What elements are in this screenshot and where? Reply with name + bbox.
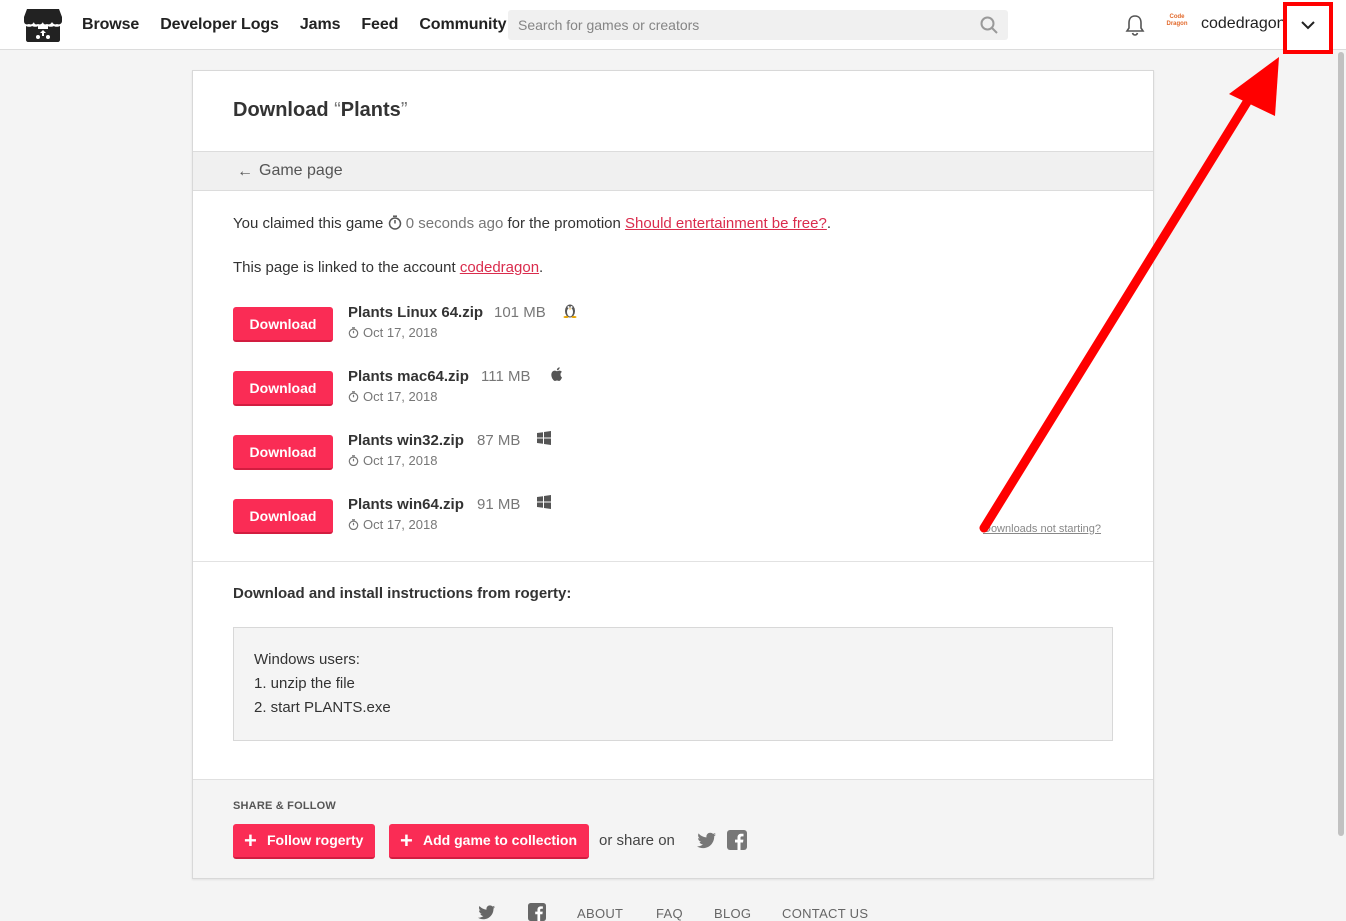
linked-suffix: . (539, 259, 544, 276)
page-scrollbar[interactable] (1338, 52, 1344, 836)
linked-prefix: This page is linked to the account (233, 259, 460, 276)
plus-icon: + (244, 828, 257, 853)
upload-date: Oct 17, 2018 (348, 517, 437, 532)
claim-message: You claimed this game 0 seconds ago for … (233, 215, 831, 232)
nav-developer-logs[interactable]: Developer Logs (160, 16, 279, 34)
upload-filename: Plants win32.zip (348, 432, 464, 449)
footer-contact-link[interactable]: CONTACT US (782, 906, 868, 921)
game-page-link[interactable]: Game page (259, 162, 343, 180)
share-follow-title: SHARE & FOLLOW (233, 800, 337, 812)
site-header: Browse Developer Logs Jams Feed Communit… (0, 0, 1346, 54)
upload-date: Oct 17, 2018 (348, 389, 437, 404)
windows-icon (537, 495, 551, 509)
user-avatar[interactable]: Code Dragon (1164, 14, 1190, 34)
downloads-not-starting-link[interactable]: Downloads not starting? (983, 523, 1101, 535)
footer-faq-link[interactable]: FAQ (656, 906, 683, 921)
facebook-icon[interactable] (527, 903, 547, 921)
linked-account-link[interactable]: codedragon (460, 259, 539, 276)
upload-size: 87 MB (477, 432, 521, 449)
instructions-box: Windows users: 1. unzip the file 2. star… (233, 627, 1113, 741)
title-open-quote: “ (334, 99, 341, 121)
footer-about-link[interactable]: ABOUT (577, 906, 623, 921)
stopwatch-icon (348, 391, 359, 402)
instructions-line: Windows users: (254, 651, 360, 668)
notification-bell-icon[interactable] (1124, 13, 1146, 37)
footer-blog-link[interactable]: BLOG (714, 906, 751, 921)
game-name: Plants (340, 99, 401, 121)
user-menu-dropdown-button[interactable] (1283, 2, 1333, 54)
page-title: Download “Plants” (233, 99, 407, 122)
claim-mid: for the promotion (503, 215, 626, 232)
upload-row: Download Plants mac64.zip 111 MB Oct 17,… (233, 367, 933, 411)
twitter-icon[interactable] (477, 903, 497, 921)
upload-filename: Plants Linux 64.zip (348, 304, 484, 321)
twitter-icon[interactable] (697, 830, 717, 850)
nav-community[interactable]: Community (419, 16, 506, 34)
upload-date: Oct 17, 2018 (348, 453, 437, 468)
add-to-collection-button[interactable]: + Add game to collection (389, 824, 590, 859)
nav-feed[interactable]: Feed (361, 16, 398, 34)
promotion-link[interactable]: Should entertainment be free? (625, 215, 827, 232)
claim-time: 0 seconds ago (405, 215, 504, 232)
claim-suffix: . (826, 215, 832, 232)
plus-icon: + (400, 828, 413, 853)
upload-date-text: Oct 17, 2018 (363, 517, 438, 532)
stopwatch-icon (348, 455, 359, 466)
windows-icon (537, 431, 551, 445)
main-nav: Browse Developer Logs Jams Feed Communit… (82, 0, 527, 50)
back-arrow-icon[interactable]: ← (237, 163, 253, 181)
chevron-down-icon (1301, 21, 1315, 30)
upload-filename: Plants win64.zip (348, 496, 464, 513)
upload-date-text: Oct 17, 2018 (363, 325, 438, 340)
nav-browse[interactable]: Browse (82, 16, 139, 34)
follow-label: Follow rogerty (267, 832, 364, 848)
upload-size: 91 MB (477, 496, 521, 513)
share-follow-section: SHARE & FOLLOW + Follow rogerty + Add game… (193, 779, 1153, 878)
facebook-icon[interactable] (727, 830, 747, 850)
upload-row: Download Plants win32.zip 87 MB Oct 17, … (233, 431, 933, 475)
linked-account-message: This page is linked to the account coded… (233, 259, 543, 276)
search-bar (508, 10, 1008, 40)
game-page-bar: ← Game page (193, 151, 1153, 191)
apple-icon (551, 367, 562, 381)
follow-button[interactable]: + Follow rogerty (233, 824, 376, 859)
instructions-title: Download and install instructions from r… (233, 585, 572, 602)
download-card: Download “Plants” ← Game page You claime… (192, 70, 1154, 879)
upload-size: 101 MB (494, 304, 546, 321)
upload-row: Download Plants Linux 64.zip 101 MB Oct … (233, 304, 933, 347)
divider (193, 561, 1153, 562)
claim-prefix: You claimed this game (233, 215, 388, 232)
download-button[interactable]: Download (233, 499, 333, 534)
upload-date: Oct 17, 2018 (348, 325, 437, 340)
instructions-line: 2. start PLANTS.exe (254, 699, 391, 716)
or-share-label: or share on (599, 832, 675, 849)
upload-size: 111 MB (481, 368, 531, 385)
upload-row: Download Plants win64.zip 91 MB Oct 17, … (233, 495, 933, 539)
instructions-line: 1. unzip the file (254, 675, 355, 692)
upload-filename: Plants mac64.zip (348, 368, 469, 385)
title-prefix: Download (233, 99, 335, 121)
upload-date-text: Oct 17, 2018 (363, 389, 438, 404)
search-icon[interactable] (980, 16, 998, 34)
download-button[interactable]: Download (233, 435, 333, 470)
linux-icon (563, 304, 577, 318)
nav-jams[interactable]: Jams (300, 16, 341, 34)
title-close-quote: ” (400, 99, 408, 121)
username-label[interactable]: codedragon (1201, 15, 1286, 33)
search-input[interactable] (508, 10, 968, 40)
upload-date-text: Oct 17, 2018 (363, 453, 438, 468)
download-button[interactable]: Download (233, 371, 333, 406)
stopwatch-icon (348, 519, 359, 530)
itchio-logo-icon[interactable] (23, 7, 63, 43)
download-button[interactable]: Download (233, 307, 333, 342)
stopwatch-icon (348, 327, 359, 338)
site-footer: ABOUT FAQ BLOG CONTACT US (0, 898, 1346, 921)
stopwatch-icon (388, 215, 401, 230)
collection-label: Add game to collection (423, 832, 578, 848)
